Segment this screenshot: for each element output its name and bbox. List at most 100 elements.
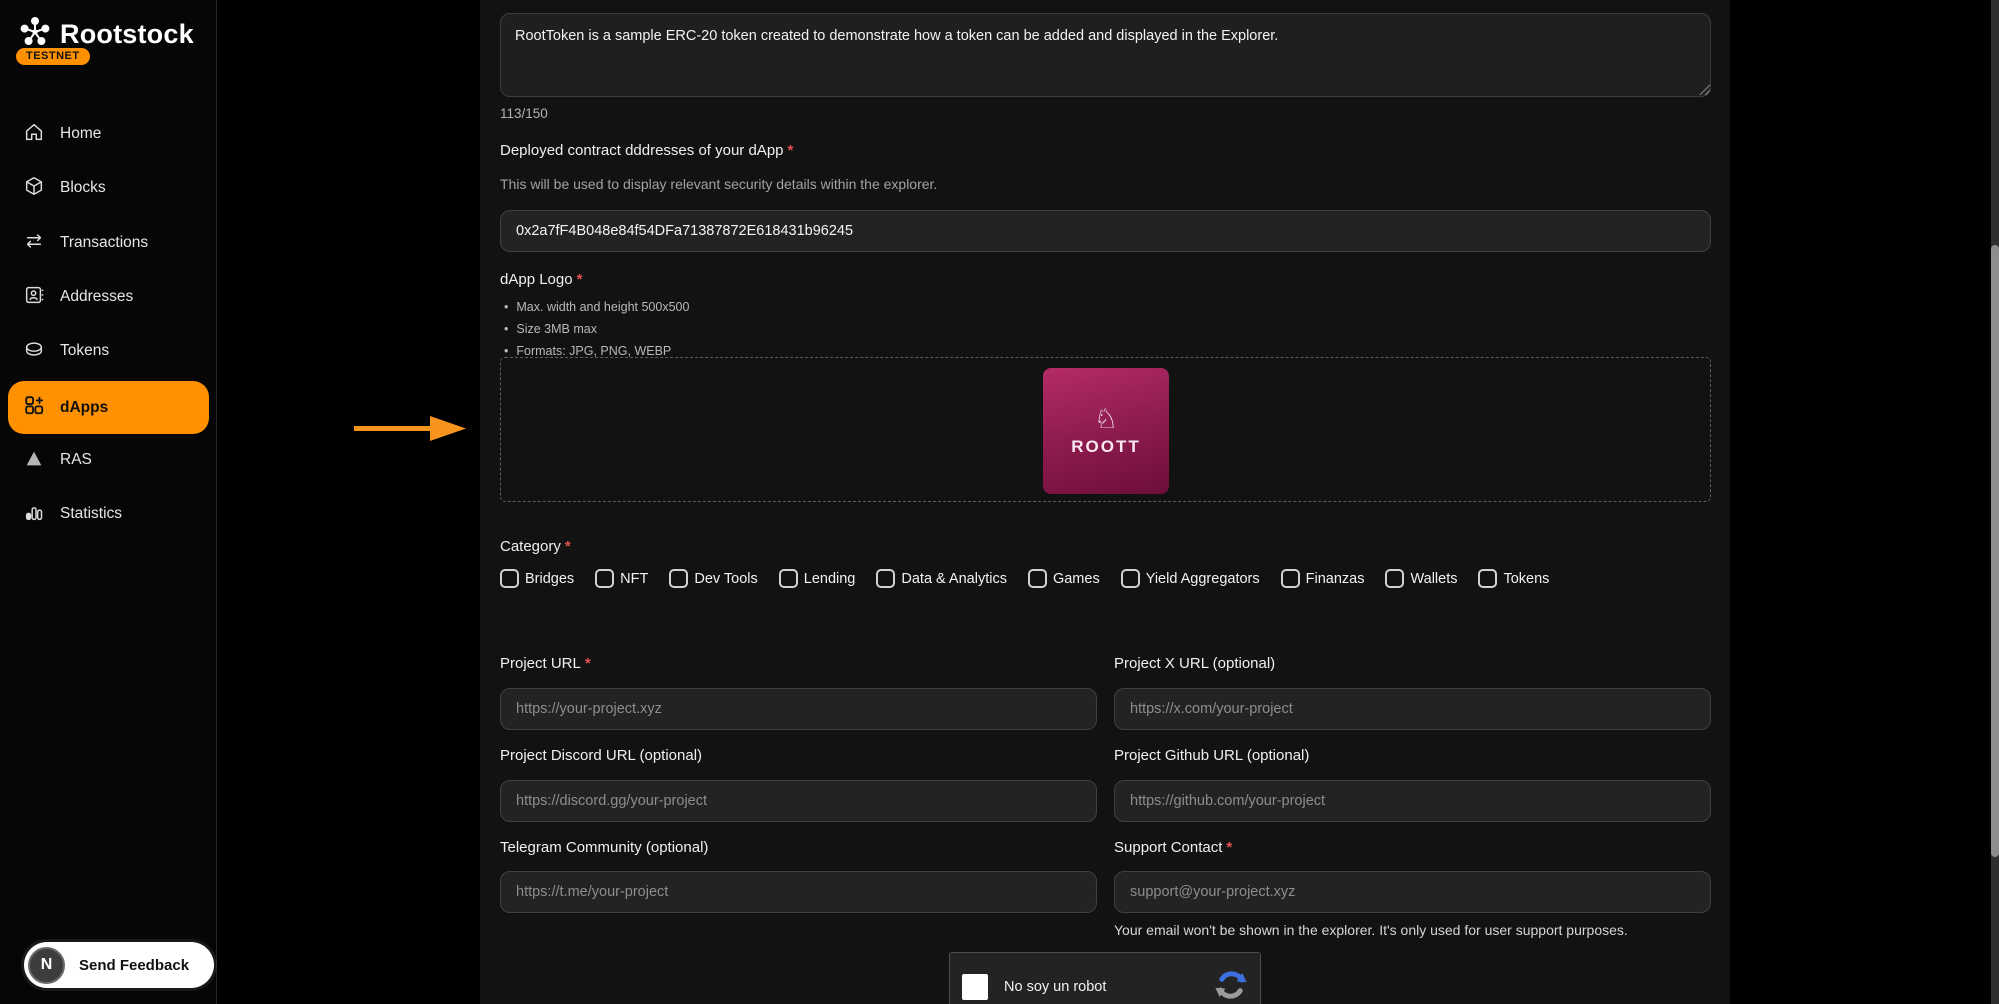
send-feedback-button[interactable]: N Send Feedback — [24, 942, 214, 988]
sidebar-item-ras[interactable]: RAS — [0, 445, 217, 475]
logo-rule: Size 3MB max — [504, 318, 689, 340]
logo-rule: Max. width and height 500x500 — [504, 296, 689, 318]
project-discord-url-input[interactable] — [500, 780, 1097, 822]
recaptcha-logo-icon — [1214, 968, 1248, 1004]
category-option-finanzas[interactable]: Finanzas — [1281, 569, 1365, 588]
required-asterisk: * — [585, 655, 591, 672]
checkbox[interactable] — [1478, 569, 1497, 588]
category-option-yield-aggregators[interactable]: Yield Aggregators — [1121, 569, 1260, 588]
sidebar-item-label: Addresses — [60, 288, 133, 306]
checkbox[interactable] — [779, 569, 798, 588]
project-x-url-label: Project X URL (optional) — [1114, 655, 1275, 672]
tokens-icon — [23, 338, 45, 365]
category-option-bridges[interactable]: Bridges — [500, 569, 574, 588]
checkbox-label: Finanzas — [1306, 571, 1365, 587]
checkbox-label: Games — [1053, 571, 1100, 587]
recaptcha-checkbox[interactable] — [962, 974, 988, 1000]
project-github-url-label: Project Github URL (optional) — [1114, 747, 1309, 764]
category-option-dev-tools[interactable]: Dev Tools — [669, 569, 757, 588]
checkbox[interactable] — [500, 569, 519, 588]
feedback-label: Send Feedback — [79, 957, 189, 974]
checkbox-label: Wallets — [1410, 571, 1457, 587]
required-asterisk: * — [788, 142, 794, 159]
blocks-icon — [23, 175, 45, 202]
sidebar-item-label: Statistics — [60, 505, 122, 523]
logo-preview-tile: ♘ ROOTT — [1043, 368, 1169, 494]
logo-dropzone[interactable]: ♘ ROOTT — [500, 357, 1711, 502]
category-option-wallets[interactable]: Wallets — [1385, 569, 1457, 588]
addresses-icon — [23, 284, 45, 311]
checkbox[interactable] — [1121, 569, 1140, 588]
required-asterisk: * — [565, 538, 571, 555]
sidebar-item-label: Home — [60, 125, 101, 143]
checkbox-label: Yield Aggregators — [1146, 571, 1260, 587]
project-discord-url-label: Project Discord URL (optional) — [500, 747, 702, 764]
category-option-lending[interactable]: Lending — [779, 569, 856, 588]
category-option-nft[interactable]: NFT — [595, 569, 648, 588]
checkbox-label: NFT — [620, 571, 648, 587]
testnet-badge: TESTNET — [16, 48, 90, 65]
sidebar-item-label: dApps — [60, 399, 108, 417]
statistics-icon — [23, 501, 45, 528]
checkbox-label: Tokens — [1503, 571, 1549, 587]
checkbox-label: Data & Analytics — [901, 571, 1007, 587]
support-contact-note: Your email won't be shown in the explore… — [1114, 922, 1628, 938]
checkbox-label: Bridges — [525, 571, 574, 587]
sidebar-item-label: Blocks — [60, 179, 106, 197]
dapps-icon — [23, 394, 45, 421]
category-option-games[interactable]: Games — [1028, 569, 1100, 588]
checkbox-label: Dev Tools — [694, 571, 757, 587]
recaptcha-widget: No soy un robot — [949, 952, 1261, 1004]
checkbox[interactable] — [1385, 569, 1404, 588]
dapp-description-textarea[interactable]: RootToken is a sample ERC-20 token creat… — [500, 13, 1711, 97]
sidebar-item-tokens[interactable]: Tokens — [0, 336, 217, 366]
logo-rules-list: Max. width and height 500x500 Size 3MB m… — [504, 296, 689, 362]
checkbox[interactable] — [1028, 569, 1047, 588]
category-label: Category* — [500, 538, 571, 555]
category-option-data-analytics[interactable]: Data & Analytics — [876, 569, 1007, 588]
checkbox[interactable] — [876, 569, 895, 588]
project-x-url-input[interactable] — [1114, 688, 1711, 730]
recaptcha-label: No soy un robot — [1004, 979, 1214, 995]
dapp-logo-label: dApp Logo* — [500, 271, 582, 288]
sidebar: Rootstock TESTNET Home Blocks Transactio… — [0, 0, 217, 1004]
required-asterisk: * — [577, 271, 583, 288]
sidebar-item-home[interactable]: Home — [0, 119, 217, 149]
project-url-label: Project URL* — [500, 655, 591, 672]
sidebar-item-label: Tokens — [60, 342, 109, 360]
sidebar-item-transactions[interactable]: Transactions — [0, 228, 217, 258]
category-checkbox-group: Bridges NFT Dev Tools Lending Data & Ana… — [500, 569, 1549, 588]
contract-address-input[interactable] — [500, 210, 1711, 252]
ras-icon — [23, 447, 45, 474]
annotation-arrow-icon — [352, 413, 470, 450]
required-asterisk: * — [1226, 839, 1232, 856]
telegram-community-label: Telegram Community (optional) — [500, 839, 708, 856]
dapp-submission-form: RootToken is a sample ERC-20 token creat… — [480, 0, 1730, 1004]
sidebar-item-label: Transactions — [60, 234, 148, 252]
checkbox-label: Lending — [804, 571, 856, 587]
support-contact-label: Support Contact* — [1114, 839, 1232, 856]
project-url-input[interactable] — [500, 688, 1097, 730]
sidebar-item-dapps[interactable]: dApps — [8, 381, 209, 434]
category-option-tokens[interactable]: Tokens — [1478, 569, 1549, 588]
project-github-url-input[interactable] — [1114, 780, 1711, 822]
checkbox[interactable] — [595, 569, 614, 588]
telegram-community-input[interactable] — [500, 871, 1097, 913]
scrollbar-thumb[interactable] — [1991, 245, 1999, 857]
brand-name: Rootstock — [60, 19, 194, 50]
sidebar-item-addresses[interactable]: Addresses — [0, 282, 217, 312]
knight-icon: ♘ — [1094, 406, 1118, 433]
logo-preview-text: ROOTT — [1071, 437, 1141, 457]
sidebar-item-statistics[interactable]: Statistics — [0, 499, 217, 529]
transactions-icon — [23, 230, 45, 257]
support-contact-input[interactable] — [1114, 871, 1711, 913]
home-icon — [23, 121, 45, 148]
checkbox[interactable] — [1281, 569, 1300, 588]
contract-address-label: Deployed contract dddresses of your dApp… — [500, 142, 793, 159]
sidebar-item-blocks[interactable]: Blocks — [0, 173, 217, 203]
scrollbar-track[interactable] — [1991, 0, 1999, 1004]
checkbox[interactable] — [669, 569, 688, 588]
character-counter: 113/150 — [500, 106, 548, 121]
feedback-avatar: N — [28, 947, 65, 984]
contract-address-helper: This will be used to display relevant se… — [500, 176, 937, 192]
